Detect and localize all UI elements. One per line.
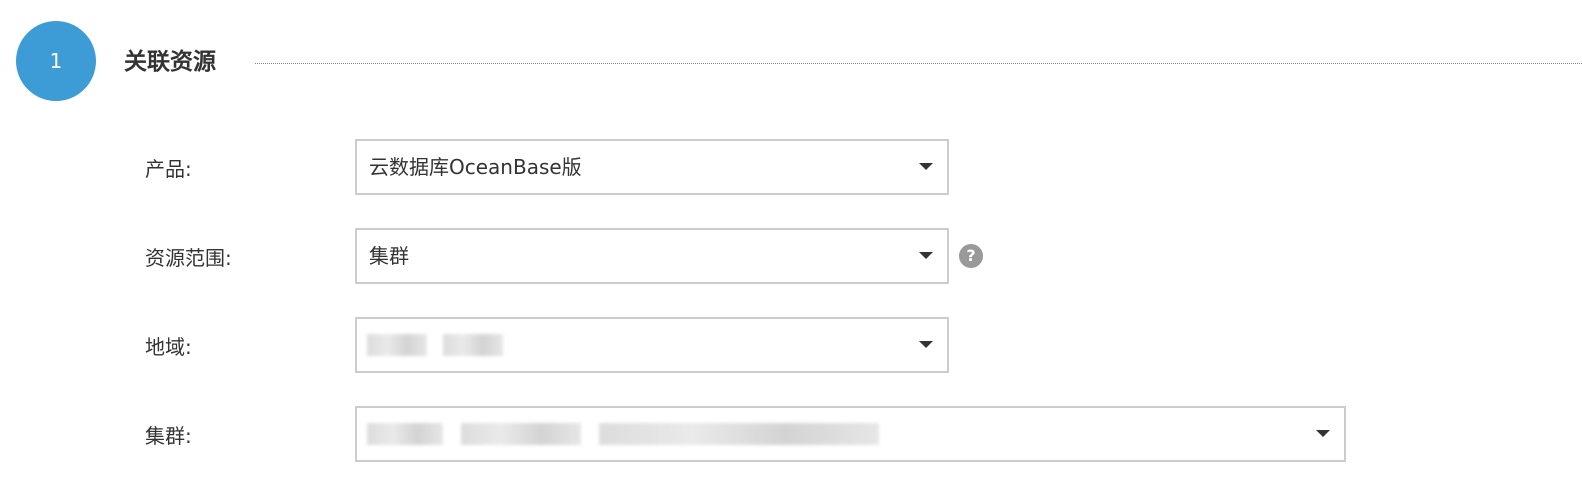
- scope-label: 资源范围:: [145, 246, 232, 270]
- cluster-value-redacted: [599, 423, 879, 445]
- question-circle-icon[interactable]: ?: [959, 244, 983, 268]
- region-value-redacted: [443, 334, 503, 356]
- region-select[interactable]: [355, 317, 949, 373]
- cluster-label: 集群:: [145, 424, 192, 448]
- form-row-product: 产品: 云数据库OceanBase版: [0, 139, 1582, 199]
- form-row-region: 地域:: [0, 317, 1582, 377]
- step-header: 1 关联资源: [0, 0, 1582, 120]
- cluster-select[interactable]: [355, 406, 1346, 462]
- product-select-value: 云数据库OceanBase版: [369, 155, 582, 179]
- cluster-value-redacted: [461, 423, 581, 445]
- step-title: 关联资源: [124, 49, 216, 75]
- product-label: 产品:: [145, 157, 192, 181]
- caret-down-icon: [919, 163, 933, 170]
- product-select[interactable]: 云数据库OceanBase版: [355, 139, 949, 195]
- region-value-redacted: [367, 334, 427, 356]
- step-divider-line: [255, 63, 1582, 64]
- region-label: 地域:: [145, 335, 192, 359]
- scope-select[interactable]: 集群: [355, 228, 949, 284]
- form-row-scope: 资源范围: 集群 ?: [0, 228, 1582, 288]
- caret-down-icon: [1316, 430, 1330, 437]
- form-row-cluster: 集群:: [0, 406, 1582, 466]
- cluster-value-redacted: [367, 423, 443, 445]
- caret-down-icon: [919, 341, 933, 348]
- scope-select-value: 集群: [369, 244, 409, 268]
- caret-down-icon: [919, 252, 933, 259]
- step-number-badge: 1: [16, 21, 96, 101]
